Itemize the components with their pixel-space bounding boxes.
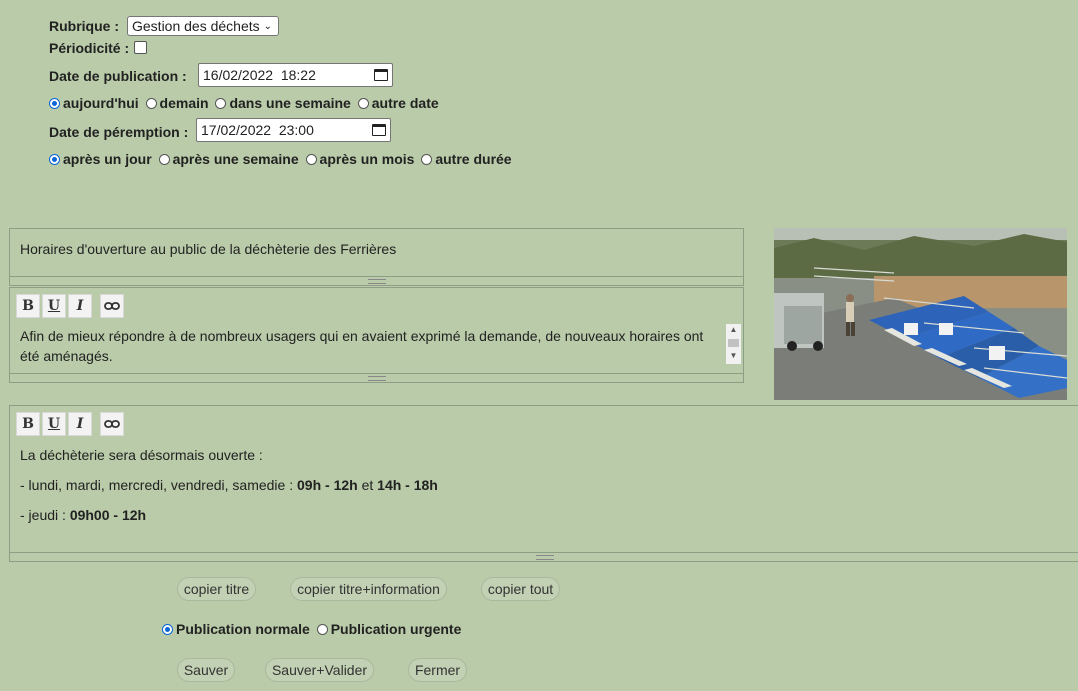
summary-text[interactable]: Afin de mieux répondre à de nombreux usa… bbox=[10, 322, 743, 366]
underline-button[interactable]: U bbox=[42, 294, 66, 318]
publication-normale-label: Publication normale bbox=[176, 621, 310, 637]
radio-aujourdhui[interactable] bbox=[49, 98, 60, 109]
publication-type-options: Publication normale Publication urgente bbox=[162, 621, 464, 637]
link-icon bbox=[104, 420, 120, 428]
copy-title-info-button[interactable]: copier titre+information bbox=[290, 577, 447, 601]
body-line: La déchèterie sera désormais ouverte : bbox=[20, 447, 263, 463]
radio-apres-un-mois[interactable] bbox=[305, 154, 317, 165]
underline-button[interactable]: U bbox=[42, 412, 66, 436]
summary-editor: B U I Afin de mieux répondre à de nombre… bbox=[9, 287, 744, 383]
body-text: et bbox=[357, 477, 378, 493]
body-bold: 09h - 12h bbox=[297, 477, 358, 493]
recycling-center-image bbox=[774, 228, 1067, 400]
calendar-icon[interactable] bbox=[372, 124, 386, 136]
body-editor: B U I La déchèterie sera désormais ouver… bbox=[9, 405, 1078, 562]
body-line: - lundi, mardi, mercredi, vendredi, same… bbox=[20, 470, 1077, 500]
body-line: - jeudi : 09h00 - 12h bbox=[20, 500, 1077, 530]
pub-option-label: autre date bbox=[371, 95, 439, 111]
rubrique-select[interactable]: Gestion des déchets ⌄ bbox=[127, 16, 279, 36]
exp-date-options: après un jour après une semaine après un… bbox=[49, 151, 515, 167]
radio-apres-une-semaine[interactable] bbox=[158, 154, 170, 165]
exp-date-value: 17/02/2022 23:00 bbox=[201, 122, 314, 138]
title-editor: Horaires d'ouverture au public de la déc… bbox=[9, 228, 744, 286]
radio-publication-urgente[interactable] bbox=[316, 624, 328, 635]
radio-autre-date[interactable] bbox=[357, 98, 369, 109]
save-validate-button[interactable]: Sauver+Valider bbox=[265, 658, 374, 682]
link-button[interactable] bbox=[100, 294, 124, 318]
radio-dans-une-semaine[interactable] bbox=[215, 98, 227, 109]
pub-date-value: 16/02/2022 18:22 bbox=[203, 67, 316, 83]
pub-date-input[interactable]: 16/02/2022 18:22 bbox=[198, 63, 393, 87]
resize-grip[interactable] bbox=[10, 276, 743, 285]
pub-option-label: dans une semaine bbox=[229, 95, 351, 111]
exp-date-input[interactable]: 17/02/2022 23:00 bbox=[196, 118, 391, 142]
resize-grip[interactable] bbox=[10, 552, 1078, 561]
article-photo bbox=[774, 228, 1067, 400]
link-button[interactable] bbox=[100, 412, 124, 436]
scrollbar[interactable]: ▲ ▼ bbox=[726, 324, 741, 364]
periodicite-label: Périodicité : bbox=[49, 40, 130, 56]
publication-urgente-label: Publication urgente bbox=[330, 621, 462, 637]
copy-all-button[interactable]: copier tout bbox=[481, 577, 560, 601]
radio-autre-duree[interactable] bbox=[421, 154, 433, 165]
title-text[interactable]: Horaires d'ouverture au public de la déc… bbox=[10, 229, 743, 265]
radio-apres-un-jour[interactable] bbox=[49, 154, 60, 165]
pub-date-label: Date de publication : bbox=[49, 68, 187, 84]
radio-publication-normale[interactable] bbox=[162, 624, 173, 635]
chevron-down-icon: ⌄ bbox=[263, 20, 273, 32]
body-bold: 09h00 - 12h bbox=[69, 507, 147, 523]
italic-button[interactable]: I bbox=[68, 412, 92, 436]
radio-demain[interactable] bbox=[145, 98, 157, 109]
body-content[interactable]: La déchèterie sera désormais ouverte : -… bbox=[10, 436, 1078, 530]
italic-button[interactable]: I bbox=[68, 294, 92, 318]
scroll-thumb[interactable] bbox=[728, 339, 739, 347]
scroll-up-icon[interactable]: ▲ bbox=[726, 324, 741, 336]
calendar-icon[interactable] bbox=[374, 69, 388, 81]
exp-option-label: après une semaine bbox=[172, 151, 299, 167]
rubrique-select-value: Gestion des déchets bbox=[132, 18, 260, 34]
save-button[interactable]: Sauver bbox=[177, 658, 235, 682]
scroll-down-icon[interactable]: ▼ bbox=[726, 350, 741, 362]
body-text: - lundi, mardi, mercredi, vendredi, same… bbox=[20, 477, 297, 493]
exp-option-label: après un mois bbox=[319, 151, 415, 167]
bold-button[interactable]: B bbox=[16, 294, 40, 318]
exp-option-label: autre durée bbox=[435, 151, 512, 167]
bold-button[interactable]: B bbox=[16, 412, 40, 436]
resize-grip[interactable] bbox=[10, 373, 743, 382]
pub-date-options: aujourd'hui demain dans une semaine autr… bbox=[49, 95, 442, 111]
body-text: - jeudi : bbox=[20, 507, 70, 523]
periodicite-checkbox[interactable] bbox=[134, 41, 147, 54]
body-bold: 14h - 18h bbox=[377, 477, 438, 493]
summary-content[interactable]: Afin de mieux répondre à de nombreux usa… bbox=[10, 322, 743, 370]
rubrique-label: Rubrique : bbox=[49, 18, 119, 34]
pub-option-label: demain bbox=[159, 95, 209, 111]
copy-title-button[interactable]: copier titre bbox=[177, 577, 256, 601]
close-button[interactable]: Fermer bbox=[408, 658, 467, 682]
pub-option-label: aujourd'hui bbox=[63, 95, 139, 111]
link-icon bbox=[104, 302, 120, 310]
summary-toolbar: B U I bbox=[10, 288, 743, 318]
exp-date-label: Date de péremption : bbox=[49, 124, 189, 140]
body-toolbar: B U I bbox=[10, 406, 1078, 436]
exp-option-label: après un jour bbox=[63, 151, 152, 167]
